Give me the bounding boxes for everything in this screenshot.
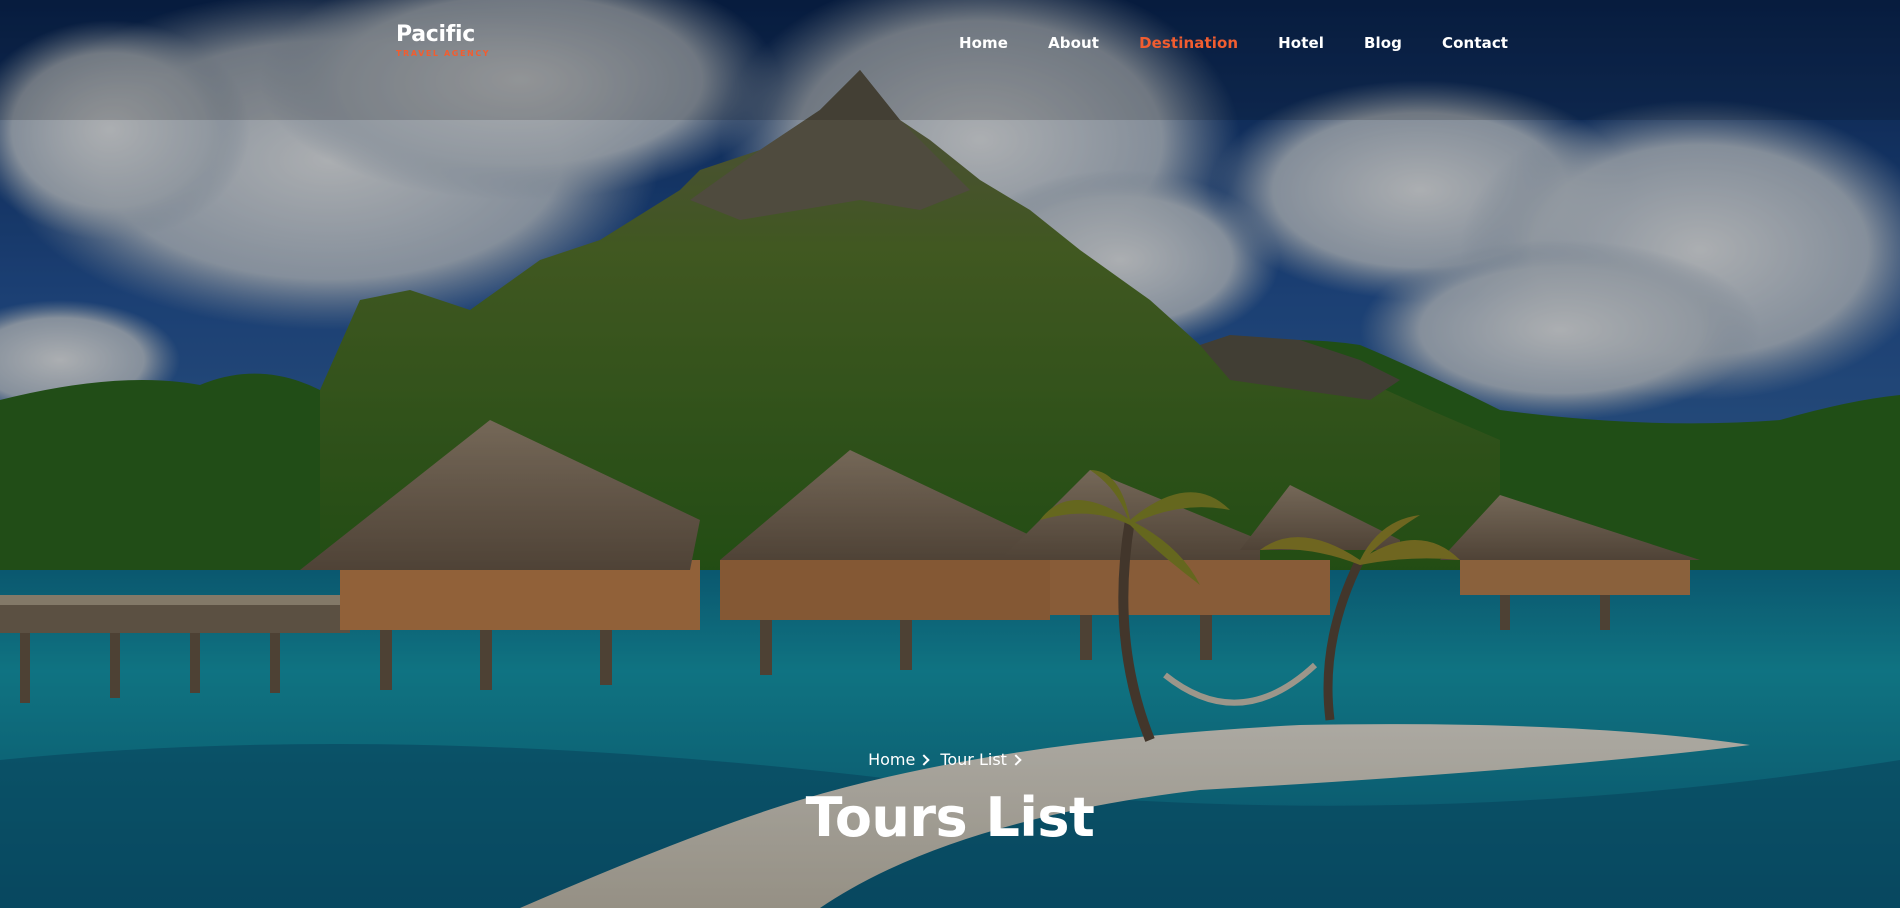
breadcrumb-home-item: Home — [868, 750, 940, 769]
nav-link-hotel[interactable]: Hotel — [1278, 34, 1324, 52]
nav-item-home: Home — [959, 33, 1008, 52]
nav-link-contact[interactable]: Contact — [1442, 34, 1508, 52]
breadcrumb-current-item: Tour List — [940, 750, 1032, 769]
chevron-right-icon — [918, 753, 930, 766]
brand-name: Pacific — [396, 22, 476, 47]
breadcrumb-current: Tour List — [940, 750, 1007, 769]
chevron-right-icon — [1010, 753, 1022, 766]
navbar: Pacific TRAVEL AGENCY Home About Destina… — [0, 0, 1900, 90]
nav-item-blog: Blog — [1364, 33, 1402, 52]
nav-item-about: About — [1048, 33, 1099, 52]
brand-tagline: TRAVEL AGENCY — [396, 49, 491, 58]
nav-item-contact: Contact — [1442, 33, 1508, 52]
breadcrumb-home-link[interactable]: Home — [868, 750, 915, 769]
nav-link-home[interactable]: Home — [959, 34, 1008, 52]
nav-item-hotel: Hotel — [1278, 33, 1324, 52]
nav-link-blog[interactable]: Blog — [1364, 34, 1402, 52]
nav-link-about[interactable]: About — [1048, 34, 1099, 52]
breadcrumb: Home Tour List — [0, 750, 1900, 769]
page-header: Home Tour List Tours List — [0, 750, 1900, 849]
brand-logo[interactable]: Pacific TRAVEL AGENCY — [396, 22, 490, 59]
nav-link-destination[interactable]: Destination — [1139, 34, 1238, 52]
page-title: Tours List — [805, 786, 1095, 849]
hero-section: Pacific TRAVEL AGENCY Home About Destina… — [0, 0, 1900, 908]
nav-item-destination: Destination — [1139, 33, 1238, 52]
main-nav: Home About Destination Hotel Blog Contac… — [959, 33, 1548, 52]
